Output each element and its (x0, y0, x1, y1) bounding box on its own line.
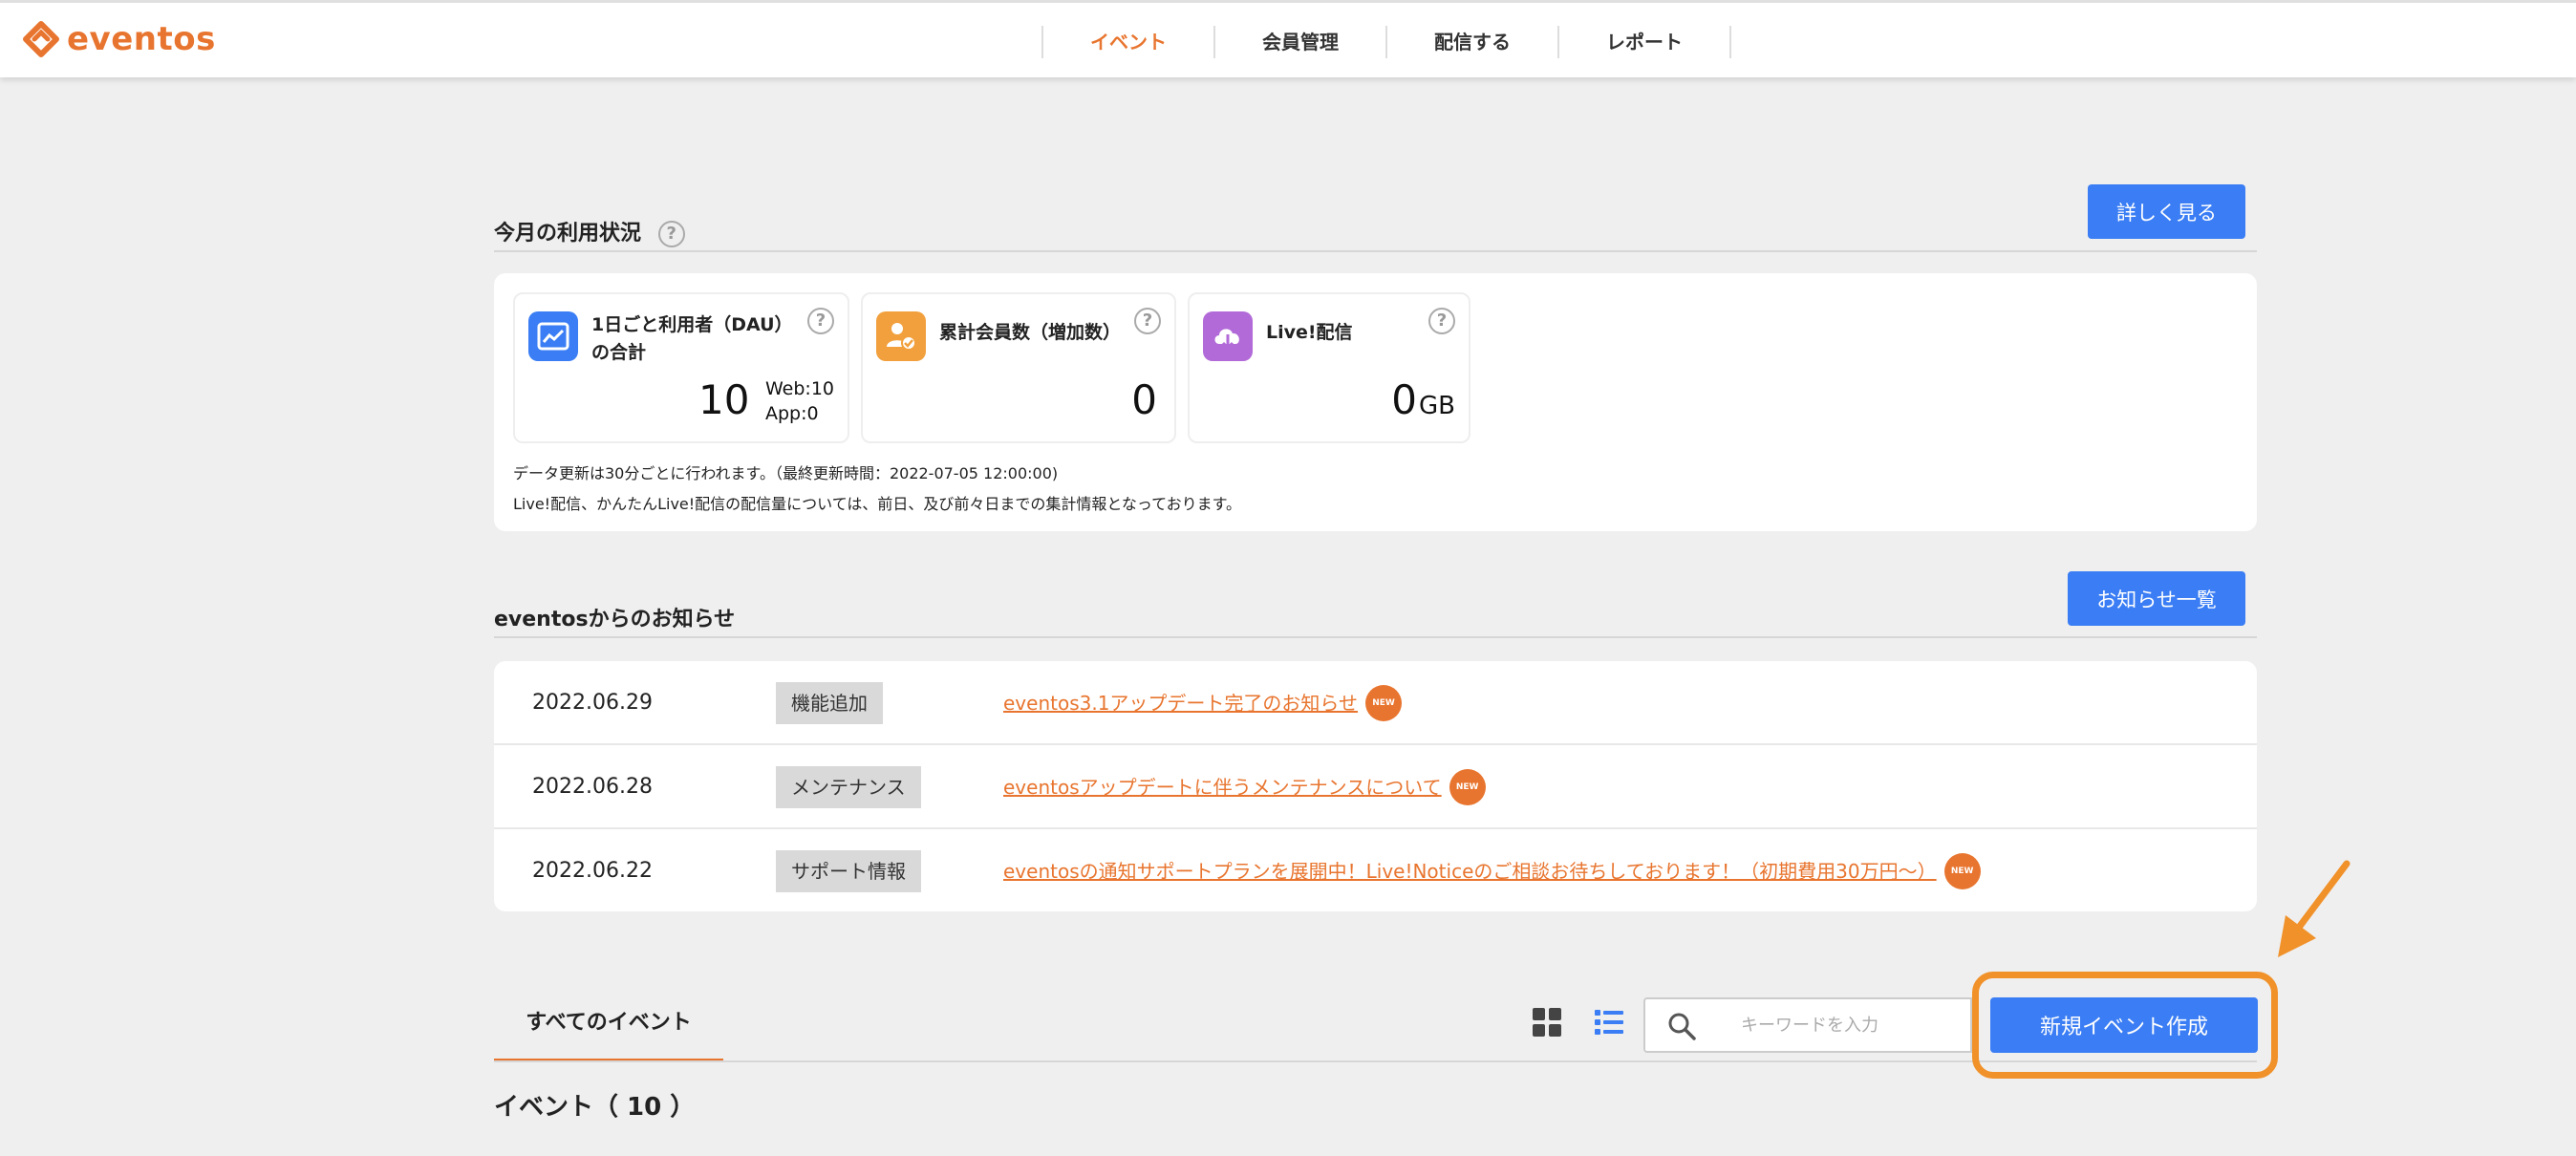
help-icon[interactable]: ? (807, 308, 834, 334)
usage-panel: 1日ごと利用者（DAU） の合計 ? 10 Web:10 App:0 累計会員数… (494, 273, 2257, 531)
news-date: 2022.06.29 (532, 691, 653, 715)
dau-app: App:0 (765, 403, 819, 424)
chart-icon (528, 311, 578, 361)
dau-value: 10 (698, 376, 750, 423)
new-badge: NEW (1943, 852, 1981, 889)
new-badge: NEW (1365, 684, 1403, 721)
search-input[interactable]: キーワードを入力 (1643, 997, 1972, 1053)
usage-title-text: 今月の利用状況 (494, 222, 642, 246)
divider (494, 636, 2257, 638)
grid-view-icon[interactable] (1532, 1007, 1562, 1038)
member-check-icon (876, 311, 926, 361)
nav-distribute[interactable]: 配信する (1387, 26, 1559, 58)
news-tag: メンテナンス (776, 766, 921, 808)
news-link-text[interactable]: eventosアップデートに伴うメンテナンスについて (1003, 776, 1442, 799)
members-value: 0 (1131, 376, 1157, 423)
cloud-download-icon (1203, 311, 1253, 361)
search-icon (1668, 1013, 1696, 1040)
dau-label-line2: の合計 (591, 342, 647, 363)
dau-card: 1日ごと利用者（DAU） の合計 ? 10 Web:10 App:0 (513, 292, 849, 443)
update-note: データ更新は30分ごとに行われます。（最終更新時間：2022-07-05 12:… (513, 464, 1059, 482)
logo-mark-icon (23, 21, 59, 57)
divider (494, 250, 2257, 252)
news-link[interactable]: eventosアップデートに伴うメンテナンスについて NEW (1003, 745, 1486, 829)
nav-report[interactable]: レポート (1559, 26, 1731, 58)
news-date: 2022.06.28 (532, 775, 653, 799)
events-count-title: イベント（ 10 ） (494, 1093, 696, 1122)
dau-label-line1: 1日ごと利用者（DAU） (591, 314, 793, 335)
members-card: 累計会員数（増加数） ? 0 (861, 292, 1176, 443)
help-icon[interactable]: ? (1428, 308, 1455, 334)
news-link-text[interactable]: eventos3.1アップデート完了のお知らせ (1003, 692, 1358, 715)
help-icon[interactable]: ? (1134, 308, 1161, 334)
dau-web: Web:10 (765, 378, 835, 399)
main-nav: イベント 会員管理 配信する レポート (1041, 26, 1731, 58)
tab-all-events[interactable]: すべてのイベント (494, 994, 723, 1062)
live-label: Live!配信 (1266, 322, 1353, 343)
news-row: 2022.06.28 メンテナンス eventosアップデートに伴うメンテナンス… (494, 745, 2257, 829)
details-button[interactable]: 詳しく見る (2088, 184, 2245, 239)
dau-breakdown: Web:10 App:0 (765, 376, 834, 426)
pointer-arrow-icon (2278, 860, 2351, 957)
top-header: eventos イベント 会員管理 配信する レポート (0, 0, 2576, 77)
nav-members[interactable]: 会員管理 (1215, 26, 1387, 58)
dau-label: 1日ごと利用者（DAU） の合計 (591, 311, 793, 367)
logo-text: eventos (67, 20, 216, 58)
eventos-logo[interactable]: eventos (23, 20, 216, 58)
news-row: 2022.06.22 サポート情報 eventosの通知サポートプランを展開中！… (494, 829, 2257, 913)
live-value: 0 (1391, 376, 1417, 423)
news-section-title: eventosからのお知らせ (494, 608, 736, 632)
news-panel: 2022.06.29 機能追加 eventos3.1アップデート完了のお知らせ N… (494, 661, 2257, 911)
nav-events[interactable]: イベント (1043, 26, 1215, 58)
new-event-button[interactable]: 新規イベント作成 (1990, 997, 2258, 1053)
members-label: 累計会員数（増加数） (939, 322, 1122, 343)
list-view-icon[interactable] (1594, 1007, 1624, 1038)
news-link-text[interactable]: eventosの通知サポートプランを展開中！Live!Noticeのご相談お待ち… (1003, 860, 1937, 883)
new-badge: NEW (1449, 768, 1486, 805)
news-link[interactable]: eventos3.1アップデート完了のお知らせ NEW (1003, 661, 1403, 745)
news-row: 2022.06.29 機能追加 eventos3.1アップデート完了のお知らせ N… (494, 661, 2257, 745)
news-link[interactable]: eventosの通知サポートプランを展開中！Live!Noticeのご相談お待ち… (1003, 829, 1981, 913)
usage-section-title: 今月の利用状況 ? (494, 216, 685, 247)
live-card: Live!配信 ? 0 GB (1188, 292, 1470, 443)
news-date: 2022.06.22 (532, 859, 653, 883)
news-tag: 機能追加 (776, 682, 883, 724)
live-unit: GB (1419, 392, 1455, 420)
live-note: Live!配信、かんたんLive!配信の配信量については、前日、及び前々日までの… (513, 495, 1242, 513)
news-list-button[interactable]: お知らせ一覧 (2068, 571, 2245, 626)
news-tag: サポート情報 (776, 850, 921, 892)
help-icon[interactable]: ? (657, 221, 685, 247)
search-placeholder: キーワードを入力 (1741, 1016, 1878, 1036)
